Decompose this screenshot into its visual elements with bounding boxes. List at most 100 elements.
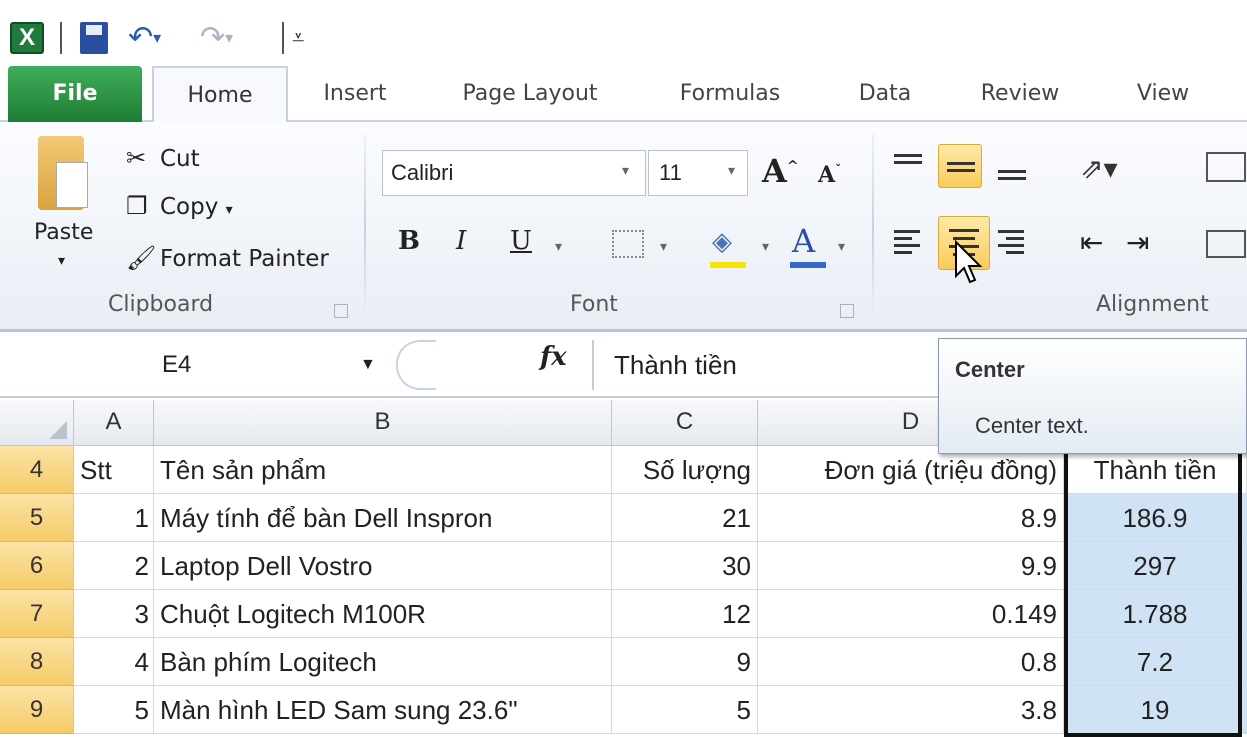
- redo-icon[interactable]: ↷▾: [200, 22, 240, 54]
- column-header-a[interactable]: A: [74, 400, 154, 446]
- cell[interactable]: 297: [1064, 542, 1247, 590]
- orientation-icon[interactable]: ⇗▾: [1080, 152, 1118, 185]
- cell[interactable]: Stt: [74, 446, 154, 494]
- row-header[interactable]: 8: [0, 638, 74, 686]
- cell[interactable]: 3: [74, 590, 154, 638]
- excel-logo-icon[interactable]: X: [10, 22, 44, 54]
- cell[interactable]: 7.2: [1064, 638, 1247, 686]
- cell[interactable]: Laptop Dell Vostro: [154, 542, 612, 590]
- cell[interactable]: Số lượng: [612, 446, 758, 494]
- cell[interactable]: 1.788: [1064, 590, 1247, 638]
- align-left-button[interactable]: [886, 220, 930, 264]
- chevron-down-icon[interactable]: ▾: [225, 30, 233, 47]
- underline-button[interactable]: U: [510, 226, 532, 256]
- tooltip-title: Center: [955, 357, 1025, 382]
- dialog-launcher-icon[interactable]: [334, 304, 348, 318]
- cell[interactable]: 9: [612, 638, 758, 686]
- cell[interactable]: 3.8: [758, 686, 1064, 734]
- align-line: [947, 169, 975, 172]
- toolbar-separator: [60, 22, 62, 54]
- save-icon[interactable]: [80, 22, 108, 54]
- align-right-button[interactable]: [990, 220, 1034, 264]
- align-line: [894, 244, 920, 247]
- merge-center-icon[interactable]: [1206, 230, 1246, 258]
- cell[interactable]: Tên sản phẩm: [154, 446, 612, 494]
- cut-label: Cut: [160, 146, 200, 172]
- tab-view[interactable]: View: [1118, 66, 1208, 122]
- chevron-down-icon[interactable]: ▾: [226, 202, 233, 218]
- insert-function-button[interactable]: fx: [540, 342, 567, 372]
- tab-formulas[interactable]: Formulas: [660, 66, 800, 122]
- tab-review[interactable]: Review: [965, 66, 1075, 122]
- fill-color-swatch: [710, 262, 746, 268]
- chevron-down-icon[interactable]: ▾: [622, 162, 629, 179]
- decrease-indent-icon[interactable]: ⇤: [1080, 226, 1103, 259]
- font-name-combobox[interactable]: Calibri: [382, 150, 646, 196]
- fill-color-icon[interactable]: ◈: [712, 226, 732, 257]
- tab-insert[interactable]: Insert: [305, 66, 405, 122]
- paste-button[interactable]: Paste: [34, 220, 93, 245]
- tab-page-layout[interactable]: Page Layout: [440, 66, 620, 122]
- format-painter-label: Format Painter: [160, 246, 329, 272]
- chevron-down-icon[interactable]: ▾: [58, 252, 65, 269]
- select-all-corner[interactable]: [0, 400, 74, 446]
- tab-data[interactable]: Data: [845, 66, 925, 122]
- font-color-button[interactable]: A: [792, 222, 815, 260]
- name-box[interactable]: E4: [150, 340, 380, 390]
- chevron-down-icon[interactable]: ▼: [360, 356, 376, 374]
- cell[interactable]: 186.9: [1064, 494, 1247, 542]
- cell[interactable]: Bàn phím Logitech: [154, 638, 612, 686]
- align-middle-button[interactable]: [938, 144, 982, 188]
- italic-button[interactable]: I: [456, 226, 466, 256]
- cut-button[interactable]: ✂ Cut: [126, 144, 200, 172]
- cell[interactable]: 5: [74, 686, 154, 734]
- cell[interactable]: 30: [612, 542, 758, 590]
- chevron-down-icon[interactable]: ▾: [838, 238, 845, 255]
- cell[interactable]: 9.9: [758, 542, 1064, 590]
- format-painter-button[interactable]: 🖌 Format Painter: [126, 244, 329, 272]
- grow-font-button[interactable]: A^: [762, 152, 799, 190]
- align-bottom-button[interactable]: [990, 144, 1034, 188]
- customize-toolbar-icon[interactable]: ⩡: [292, 22, 312, 54]
- ribbon-tabs: File Home Insert Page Layout Formulas Da…: [0, 66, 1247, 124]
- cell[interactable]: Chuột Logitech M100R: [154, 590, 612, 638]
- column-header-b[interactable]: B: [154, 400, 612, 446]
- chevron-down-icon[interactable]: ▾: [555, 238, 562, 255]
- cell[interactable]: Máy tính để bàn Dell Inspron: [154, 494, 612, 542]
- row-header[interactable]: 7: [0, 590, 74, 638]
- tab-home[interactable]: Home: [152, 66, 288, 124]
- tab-file[interactable]: File: [8, 66, 142, 122]
- dialog-launcher-icon[interactable]: [840, 304, 854, 318]
- row-header[interactable]: 9: [0, 686, 74, 734]
- copy-button[interactable]: ❐ Copy ▾: [126, 192, 233, 220]
- cell[interactable]: 5: [612, 686, 758, 734]
- chevron-down-icon[interactable]: ▾: [762, 238, 769, 255]
- bold-button[interactable]: B: [398, 226, 420, 256]
- formula-input[interactable]: Thành tiền: [614, 340, 737, 390]
- borders-icon[interactable]: [612, 230, 644, 258]
- align-top-button[interactable]: [886, 144, 930, 188]
- paste-icon[interactable]: [38, 136, 88, 210]
- row-header[interactable]: 5: [0, 494, 74, 542]
- group-label-font: Font: [570, 292, 618, 317]
- cell[interactable]: 12: [612, 590, 758, 638]
- shrink-font-button[interactable]: Aˇ: [818, 162, 841, 188]
- row-header[interactable]: 4: [0, 446, 74, 494]
- cell[interactable]: 0.8: [758, 638, 1064, 686]
- increase-indent-icon[interactable]: ⇥: [1126, 226, 1149, 259]
- cell[interactable]: 2: [74, 542, 154, 590]
- cell[interactable]: 4: [74, 638, 154, 686]
- wrap-text-icon[interactable]: [1206, 152, 1246, 182]
- chevron-down-icon[interactable]: ▾: [660, 238, 667, 255]
- cell[interactable]: 1: [74, 494, 154, 542]
- undo-icon[interactable]: ↶▾: [128, 22, 168, 54]
- row-header[interactable]: 6: [0, 542, 74, 590]
- cell[interactable]: 19: [1064, 686, 1247, 734]
- column-header-c[interactable]: C: [612, 400, 758, 446]
- cell[interactable]: 0.149: [758, 590, 1064, 638]
- chevron-down-icon[interactable]: ▾: [153, 30, 161, 47]
- chevron-down-icon[interactable]: ▾: [728, 162, 735, 179]
- cell[interactable]: 8.9: [758, 494, 1064, 542]
- cell[interactable]: 21: [612, 494, 758, 542]
- cell[interactable]: Màn hình LED Sam sung 23.6": [154, 686, 612, 734]
